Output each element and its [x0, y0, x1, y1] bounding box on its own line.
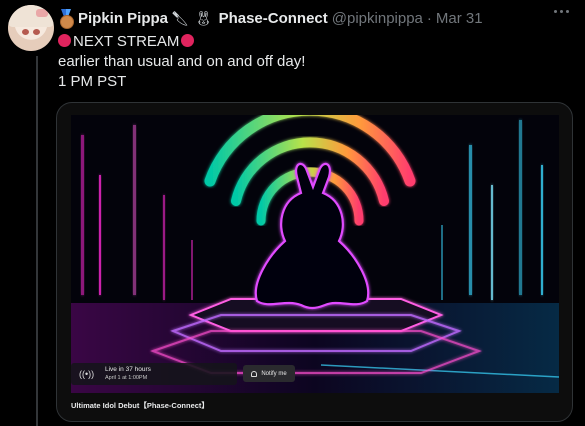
video-thumbnail[interactable] — [71, 115, 559, 393]
broadcast-icon: ((•)) — [79, 369, 95, 379]
separator: · — [426, 9, 432, 27]
bell-icon — [251, 370, 258, 377]
next-stream-text: NEXT STREAM — [73, 33, 180, 50]
tweet-date[interactable]: Mar 31 — [436, 10, 483, 27]
knife-icon: 🔪︎ — [171, 9, 189, 26]
display-name[interactable]: Pipkin Pippa — [78, 10, 168, 27]
live-date: April 1 at 1:00PM — [105, 375, 148, 381]
tweet-line-2: earlier than usual and on and off day! — [58, 53, 306, 70]
neon-stage-art — [71, 115, 559, 393]
thread-line — [36, 56, 38, 426]
youtube-link-card[interactable]: ((•)) Live in 37 hours April 1 at 1:00PM… — [56, 102, 573, 422]
live-schedule-bar: ((•)) Live in 37 hours April 1 at 1:00PM — [71, 363, 237, 385]
notify-me-button[interactable]: Notify me — [243, 365, 295, 382]
notify-me-label: Notify me — [261, 370, 287, 377]
tweet-text: NEXT STREAM earlier than usual and on an… — [58, 32, 305, 92]
tweet-line-3: 1 PM PST — [58, 73, 127, 90]
video-title[interactable]: Ultimate Idol Debut【Phase-Connect】 — [71, 400, 209, 411]
affiliation-name[interactable]: Phase-Connect — [219, 10, 328, 27]
sports-medal-icon — [58, 9, 74, 29]
user-handle[interactable]: @pipkinpippa — [332, 10, 423, 27]
tweet-header: Pipkin Pippa 🔪︎ 🐰︎ Phase-Connect @pipkin… — [58, 8, 483, 29]
tweet-line-1: NEXT STREAM — [58, 32, 305, 52]
more-horizontal-icon[interactable] — [554, 10, 569, 13]
red-circle-icon — [58, 34, 71, 47]
avatar[interactable] — [8, 5, 54, 51]
rabbit-face-icon: 🐰︎ — [194, 9, 213, 26]
live-countdown: Live in 37 hours — [105, 366, 151, 373]
red-circle-icon — [181, 34, 195, 47]
